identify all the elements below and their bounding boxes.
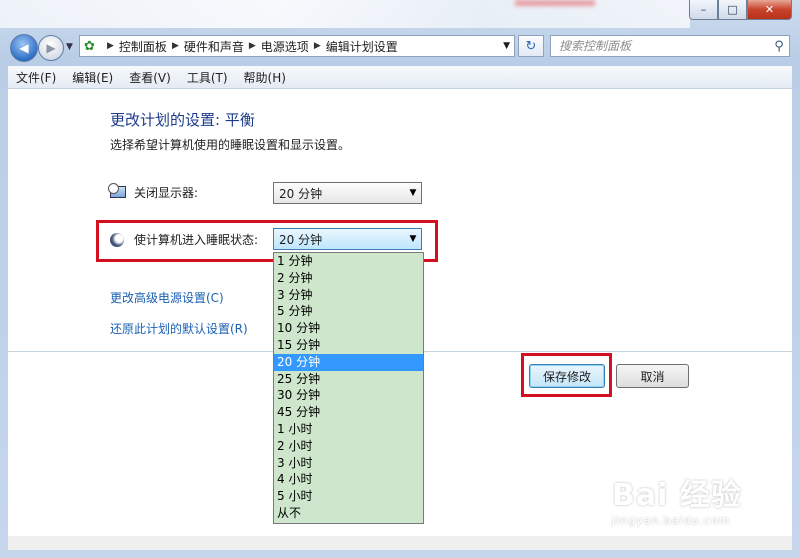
title-bar-blur xyxy=(515,0,595,6)
dropdown-option[interactable]: 1 分钟 xyxy=(274,253,423,270)
menu-view[interactable]: 查看(V) xyxy=(121,69,179,86)
sleep-dropdown-list: 1 分钟 2 分钟 3 分钟 5 分钟 10 分钟 15 分钟 20 分钟 25 分钟 30 分… xyxy=(273,252,424,524)
dropdown-option[interactable]: 3 小时 xyxy=(274,455,423,472)
search-input[interactable] xyxy=(557,36,769,56)
search-box: ⚲ xyxy=(550,35,790,57)
breadcrumb-control-panel[interactable]: 控制面板 xyxy=(119,38,167,55)
refresh-icon: ↻ xyxy=(525,38,537,54)
dropdown-option[interactable]: 1 小时 xyxy=(274,421,423,438)
address-dropdown-icon[interactable]: ▼ xyxy=(503,41,510,51)
search-icon[interactable]: ⚲ xyxy=(769,39,789,54)
page-title: 更改计划的设置: 平衡 xyxy=(110,111,255,129)
chevron-down-icon: ▼ xyxy=(409,188,417,198)
breadcrumb: ▶ 控制面板 ▶ 硬件和声音 ▶ 电源选项 ▶ 编辑计划设置 xyxy=(102,38,398,55)
dropdown-option[interactable]: 从不 xyxy=(274,505,423,522)
sleep-value: 20 分钟 xyxy=(279,232,323,247)
back-arrow-icon: ◀ xyxy=(19,41,29,55)
menu-bar: 文件(F) 编辑(E) 查看(V) 工具(T) 帮助(H) xyxy=(8,66,792,89)
refresh-button[interactable]: ↻ xyxy=(518,35,544,57)
forward-button[interactable]: ▶ xyxy=(38,35,64,61)
address-bar[interactable]: ✿ ▶ 控制面板 ▶ 硬件和声音 ▶ 电源选项 ▶ 编辑计划设置 ▼ xyxy=(79,35,515,57)
minimize-button[interactable]: – xyxy=(689,0,718,20)
watermark-url: jingyan.baidu.com xyxy=(612,514,731,527)
dropdown-option[interactable]: 20 分钟 xyxy=(274,353,423,371)
maximize-button[interactable]: □ xyxy=(718,0,747,20)
display-off-select[interactable]: 20 分钟 ▼ xyxy=(273,182,422,204)
dropdown-option[interactable]: 5 分钟 xyxy=(274,303,423,320)
display-off-row: 关闭显示器: xyxy=(108,182,199,201)
cancel-button[interactable]: 取消 xyxy=(616,364,689,388)
forward-arrow-icon: ▶ xyxy=(46,41,56,55)
restore-defaults-link[interactable]: 还原此计划的默认设置(R) xyxy=(110,320,248,337)
display-off-label: 关闭显示器: xyxy=(134,186,199,200)
chevron-right-icon[interactable]: ▶ xyxy=(249,41,256,51)
back-button[interactable]: ◀ xyxy=(10,34,38,62)
caption-buttons: – □ ✕ xyxy=(689,0,792,20)
chevron-right-icon[interactable]: ▶ xyxy=(314,41,321,51)
sleep-select[interactable]: 20 分钟 ▼ xyxy=(273,228,422,250)
menu-help[interactable]: 帮助(H) xyxy=(236,69,294,86)
explorer-window: – □ ✕ ◀ ▶ ▼ ✿ ▶ 控制面板 ▶ 硬件和声音 ▶ 电源选项 ▶ 编辑… xyxy=(0,0,800,558)
chevron-right-icon[interactable]: ▶ xyxy=(107,41,114,51)
dropdown-option[interactable]: 15 分钟 xyxy=(274,337,423,354)
title-bar: – □ ✕ xyxy=(0,0,800,30)
moon-icon xyxy=(110,232,124,247)
chevron-down-icon: ▼ xyxy=(409,234,417,244)
watermark: Bai 经验 jingyan.baidu.com xyxy=(612,470,762,540)
chevron-right-icon[interactable]: ▶ xyxy=(172,41,179,51)
navigation-bar: ◀ ▶ ▼ ✿ ▶ 控制面板 ▶ 硬件和声音 ▶ 电源选项 ▶ 编辑计划设置 ▼… xyxy=(0,30,800,64)
dropdown-option[interactable]: 4 小时 xyxy=(274,471,423,488)
breadcrumb-power-options[interactable]: 电源选项 xyxy=(261,38,309,55)
close-button[interactable]: ✕ xyxy=(747,0,792,20)
monitor-icon xyxy=(108,182,126,200)
menu-tools[interactable]: 工具(T) xyxy=(179,69,236,86)
advanced-power-settings-link[interactable]: 更改高级电源设置(C) xyxy=(110,289,224,306)
save-button[interactable]: 保存修改 xyxy=(529,364,605,388)
dropdown-option[interactable]: 2 分钟 xyxy=(274,270,423,287)
dropdown-option[interactable]: 5 小时 xyxy=(274,488,423,505)
breadcrumb-edit-plan[interactable]: 编辑计划设置 xyxy=(326,38,398,55)
dropdown-option[interactable]: 10 分钟 xyxy=(274,320,423,337)
breadcrumb-hardware-sound[interactable]: 硬件和声音 xyxy=(184,38,244,55)
dropdown-option[interactable]: 30 分钟 xyxy=(274,387,423,404)
dropdown-option[interactable]: 3 分钟 xyxy=(274,287,423,304)
menu-edit[interactable]: 编辑(E) xyxy=(64,69,121,86)
dropdown-option[interactable]: 45 分钟 xyxy=(274,404,423,421)
control-panel-icon: ✿ xyxy=(84,38,95,54)
dropdown-option[interactable]: 25 分钟 xyxy=(274,371,423,388)
display-off-value: 20 分钟 xyxy=(279,186,323,201)
sleep-label: 使计算机进入睡眠状态: xyxy=(134,233,259,247)
page-subtitle: 选择希望计算机使用的睡眠设置和显示设置。 xyxy=(110,138,351,152)
recent-pages-dropdown-icon[interactable]: ▼ xyxy=(66,42,73,52)
watermark-logo: Bai 经验 xyxy=(612,478,742,513)
menu-file[interactable]: 文件(F) xyxy=(8,69,64,86)
sleep-row: 使计算机进入睡眠状态: xyxy=(110,231,258,248)
dropdown-option[interactable]: 2 小时 xyxy=(274,438,423,455)
